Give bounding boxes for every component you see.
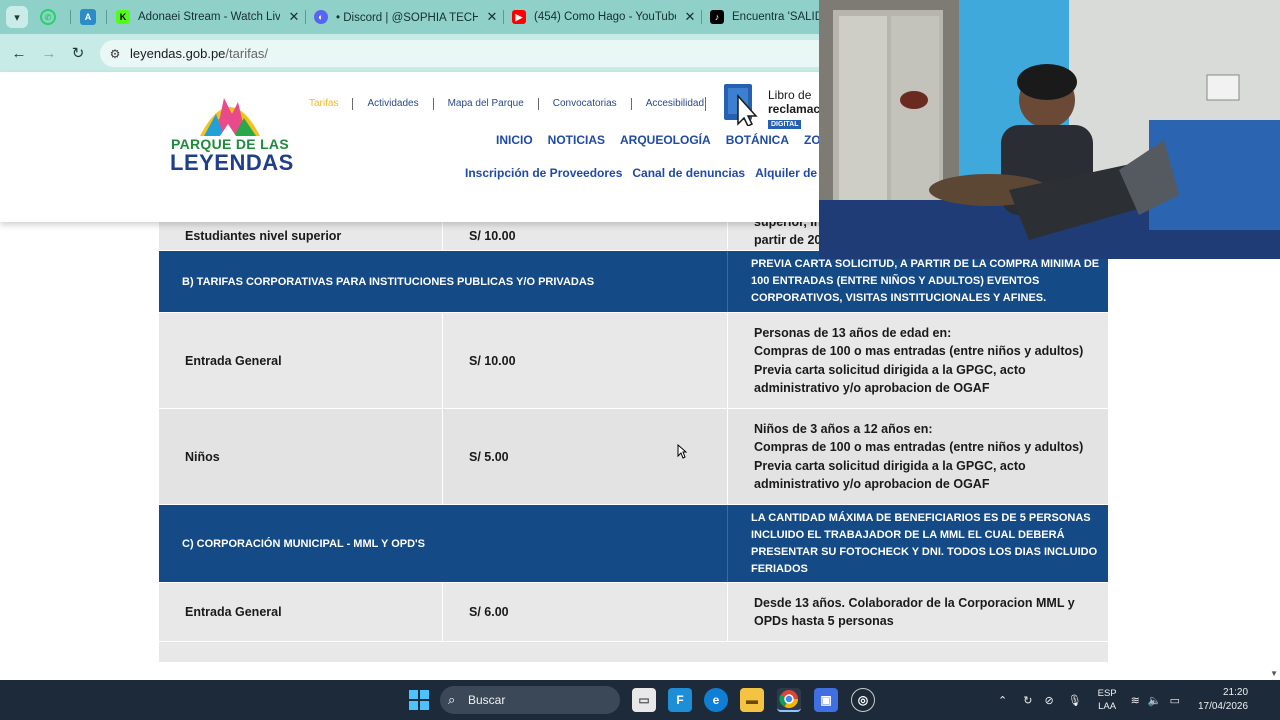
nav-proveedores[interactable]: Inscripción de Proveedores xyxy=(465,166,622,180)
section-note: LA CANTIDAD MÁXIMA DE BENEFICIARIOS ES D… xyxy=(751,511,1098,575)
network-off-icon[interactable]: ⊘ xyxy=(1044,694,1053,707)
language-line1: ESP xyxy=(1097,688,1117,699)
row-note: Personas de 13 años de edad en: Compras … xyxy=(728,313,1108,408)
row-label: Entrada General xyxy=(159,583,443,641)
section-header-c: C) CORPORACIÓN MUNICIPAL - MML Y OPD'S L… xyxy=(159,505,1108,582)
file-app-icon[interactable]: F xyxy=(668,688,692,712)
wifi-icon[interactable]: ≋ xyxy=(1131,694,1140,707)
tab-adonaei-stream[interactable]: K Adonaei Stream - Watch Live o ✕ xyxy=(116,4,302,30)
table-row: Niños S/ 5.00 Niños de 3 años a 12 años … xyxy=(159,409,1108,504)
tab-discord[interactable]: ◐ • Discord | @SOPHIA TECH💕🌸 ✕ xyxy=(314,4,500,30)
park-logo-icon xyxy=(200,98,260,136)
tab-search-dropdown-icon[interactable]: ▾ xyxy=(6,6,28,28)
search-icon: ⌕ xyxy=(448,692,456,707)
libro-reclamaciones-link[interactable]: Libro de reclamac DIGITAL xyxy=(722,80,832,136)
logo-text-line2: LEYENDAS xyxy=(170,150,294,175)
section-note: PREVIA CARTA SOLICITUD, A PARTIR DE LA C… xyxy=(751,258,1100,304)
clock[interactable]: 21:20 17/04/2026 xyxy=(1198,686,1248,714)
note-body: Compras de 100 o mas entradas (entre niñ… xyxy=(754,344,1084,395)
taskbar-search-label: Buscar xyxy=(468,693,506,707)
section-title: C) CORPORACIÓN MUNICIPAL - MML Y OPD'S xyxy=(159,505,728,582)
clock-date: 17/04/2026 xyxy=(1197,701,1249,712)
note-body: Compras de 100 o mas entradas (entre niñ… xyxy=(754,440,1084,491)
tab-title: • Discord | @SOPHIA TECH💕🌸 xyxy=(336,12,478,24)
language-indicator[interactable]: ESP LAA xyxy=(1098,687,1117,713)
main-nav: INICIO NOTICIAS ARQUEOLOGÍA BOTÁNICA ZOO… xyxy=(496,133,862,147)
site-info-icon[interactable]: ⚙ xyxy=(100,47,130,61)
scroll-down-arrow-icon[interactable]: ▼ xyxy=(1270,669,1278,678)
book-cursor-icon xyxy=(724,84,758,126)
microphone-icon[interactable]: 🎙 xyxy=(1068,694,1082,707)
battery-icon[interactable]: ▭ xyxy=(1170,694,1180,707)
nav-botanica[interactable]: BOTÁNICA xyxy=(726,133,789,147)
reload-icon[interactable]: ↻ xyxy=(67,42,89,64)
webcam-overlay xyxy=(819,0,1280,259)
row-label: Entrada General xyxy=(159,313,443,408)
screen: ▾ ✆ A K Adonaei Stream - Watch Live o ✕ … xyxy=(0,0,1280,720)
volume-icon[interactable]: 🔈 xyxy=(1148,694,1162,707)
close-icon[interactable]: ✕ xyxy=(286,9,302,25)
tariff-table: Estudiantes nivel superior S/ 10.00 supe… xyxy=(159,194,1108,662)
task-view-icon[interactable]: ▭ xyxy=(632,688,656,712)
language-line2: LAA xyxy=(1098,701,1117,712)
row-price: S/ 10.00 xyxy=(443,313,728,408)
close-icon[interactable]: ✕ xyxy=(682,9,698,25)
clock-time: 21:20 xyxy=(1223,687,1249,698)
note-title: Personas de 13 años de edad en: xyxy=(754,325,952,340)
tab-title: (454) Como Hago - YouTube xyxy=(534,11,676,23)
park-logo[interactable]: PARQUE DE LAS LEYENDAS xyxy=(170,84,294,188)
topnav-mapa[interactable]: Mapa del Parque xyxy=(432,98,538,110)
start-windows-icon[interactable] xyxy=(407,688,431,712)
tab-title: Encuentra 'SALIDA P xyxy=(732,11,820,23)
libro-badge: DIGITAL xyxy=(768,120,802,129)
file-explorer-icon[interactable]: ▬ xyxy=(740,688,764,712)
forward-arrow-icon[interactable]: → xyxy=(38,42,60,64)
note-title: Niños de 3 años a 12 años en: xyxy=(754,421,933,436)
tab-youtube[interactable]: ▶ (454) Como Hago - YouTube ✕ xyxy=(512,4,698,30)
taskbar-search[interactable]: ⌕ Buscar xyxy=(440,686,620,714)
address-bar[interactable]: ⚙ leyendas.gob.pe/tarifas/ xyxy=(100,40,860,67)
kick-icon: K xyxy=(116,10,130,24)
tiktok-icon: ♪ xyxy=(710,10,724,24)
libro-text-line2: reclamac xyxy=(768,102,821,116)
youtube-icon: ▶ xyxy=(512,10,526,24)
nav-noticias[interactable]: NOTICIAS xyxy=(548,133,605,147)
edge-icon[interactable]: e xyxy=(704,688,728,712)
libro-text-line1: Libro de xyxy=(768,88,812,102)
obs-icon[interactable]: ◎ xyxy=(851,688,875,712)
table-row: Entrada General S/ 6.00 Desde 13 años. C… xyxy=(159,583,1108,641)
url-path: /tarifas/ xyxy=(225,46,269,61)
pinned-tab-a-icon[interactable]: A xyxy=(80,9,96,25)
discord-icon: ◐ xyxy=(314,10,328,24)
topnav-convocatorias[interactable]: Convocatorias xyxy=(537,98,631,110)
nav-arqueologia[interactable]: ARQUEOLOGÍA xyxy=(620,133,711,147)
close-icon[interactable]: ✕ xyxy=(484,9,500,25)
tab-title: Adonaei Stream - Watch Live o xyxy=(138,11,280,23)
sync-icon[interactable]: ↻ xyxy=(1023,694,1032,707)
section-title: B) TARIFAS CORPORATIVAS PARA INSTITUCION… xyxy=(159,251,728,312)
top-nav: Tarifas Actividades Mapa del Parque Conv… xyxy=(309,98,718,110)
whatsapp-icon[interactable]: ✆ xyxy=(40,9,56,25)
chevron-up-icon[interactable]: ⌃ xyxy=(998,694,1007,707)
chrome-icon[interactable] xyxy=(777,688,801,712)
nav-inicio[interactable]: INICIO xyxy=(496,133,533,147)
row-label: Niños xyxy=(159,409,443,504)
row-note: Desde 13 años. Colaborador de la Corpora… xyxy=(754,595,1075,629)
row-note: Niños de 3 años a 12 años en: Compras de… xyxy=(728,409,1108,504)
row-price: S/ 6.00 xyxy=(443,583,728,641)
tab-tiktok[interactable]: ♪ Encuentra 'SALIDA P xyxy=(710,4,820,30)
topnav-tarifas[interactable]: Tarifas xyxy=(309,98,352,110)
mouse-cursor-icon xyxy=(677,444,687,459)
windows-taskbar: ⌕ Buscar ▭ F e ▬ ▣ ◎ ⌃ ↻ ⊘ 🎙 ESP LAA ≋ 🔈… xyxy=(0,680,1280,720)
table-row: Entrada General S/ 10.00 Personas de 13 … xyxy=(159,313,1108,408)
topnav-actividades[interactable]: Actividades xyxy=(352,98,432,110)
back-arrow-icon[interactable]: ← xyxy=(8,42,30,64)
app-square-icon[interactable]: ▣ xyxy=(814,688,838,712)
section-header-b: B) TARIFAS CORPORATIVAS PARA INSTITUCION… xyxy=(159,251,1108,312)
nav-denuncias[interactable]: Canal de denuncias xyxy=(632,166,745,180)
table-row xyxy=(159,642,1108,662)
system-tray: ⌃ ↻ ⊘ 🎙 ESP LAA ≋ 🔈 ▭ 21:20 17/04/2026 xyxy=(998,680,1248,720)
webcam-video-image xyxy=(819,0,1280,259)
url-host: leyendas.gob.pe xyxy=(130,46,226,61)
